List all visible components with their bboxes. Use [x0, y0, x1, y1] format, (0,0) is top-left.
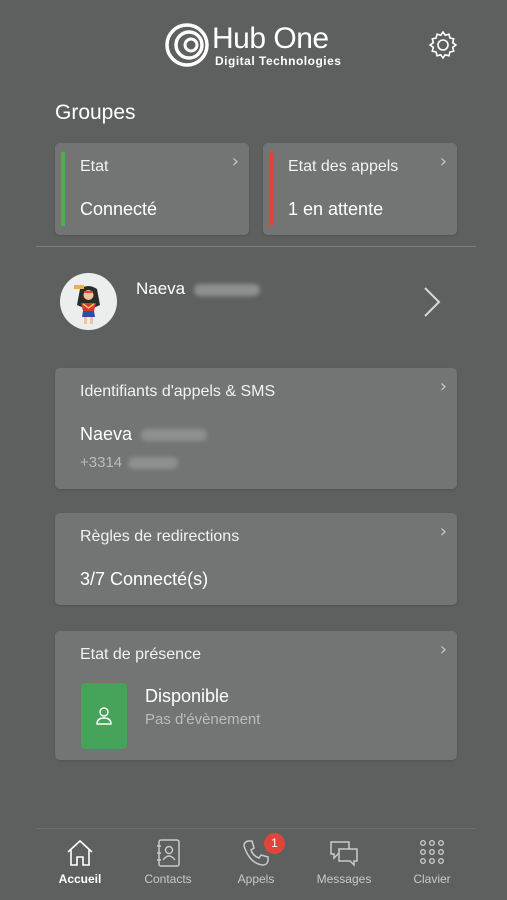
presence-label: Etat de présence — [80, 646, 201, 663]
section-title-groups: Groupes — [55, 101, 136, 124]
redacted-surname — [193, 283, 260, 296]
tab-label: Accueil — [58, 872, 102, 886]
brand-tagline: Digital Technologies — [215, 54, 342, 68]
caller-id-label: Identifiants d'appels & SMS — [80, 383, 276, 400]
tab-label: Appels — [237, 872, 275, 886]
redirect-rules-value: 3/7 Connecté(s) — [80, 569, 209, 589]
calls-badge: 1 — [264, 833, 285, 854]
caller-id-name-row: Naeva — [80, 424, 208, 445]
chevron-right-icon: › — [439, 639, 447, 660]
tab-messages[interactable]: Messages — [300, 833, 388, 893]
chevron-right-icon[interactable] — [420, 284, 444, 320]
logo-mark-icon — [165, 23, 209, 67]
calls-status-label: Etat des appels — [288, 158, 399, 175]
profile-name: Naeva — [136, 279, 260, 299]
redacted-surname — [141, 429, 208, 442]
redirect-rules-card[interactable]: Règles de redirections 3/7 Connecté(s) › — [55, 513, 457, 605]
tab-bar-divider — [36, 828, 476, 829]
person-icon — [96, 707, 112, 725]
chevron-right-icon: › — [439, 151, 447, 172]
group-status-value: Connecté — [80, 199, 158, 219]
presence-status: Disponible — [145, 686, 230, 706]
home-icon — [67, 839, 93, 866]
contacts-icon — [157, 839, 180, 867]
caller-id-name: Naeva — [80, 424, 133, 444]
hub-one-logo: Hub One Digital Technologies — [164, 22, 354, 70]
tab-clavier[interactable]: Clavier — [388, 833, 476, 893]
gear-icon[interactable] — [426, 28, 460, 62]
redirect-rules-label: Règles de redirections — [80, 528, 240, 545]
tab-label: Clavier — [413, 872, 451, 886]
presence-event: Pas d'évènement — [145, 711, 261, 728]
caller-id-number: +3314 — [80, 454, 123, 471]
chevron-right-icon: › — [439, 376, 447, 397]
status-accent-bar — [61, 152, 65, 226]
group-status-card[interactable]: Etat Connecté › — [55, 143, 249, 235]
divider — [36, 246, 476, 247]
avatar-illustration — [74, 285, 100, 324]
calls-accent-bar — [269, 152, 273, 226]
tab-bar: Accueil Contacts Appels Messages Clavier… — [36, 833, 476, 893]
tab-accueil[interactable]: Accueil — [36, 833, 124, 893]
presence-status-badge — [81, 683, 127, 749]
profile-first-name: Naeva — [136, 279, 186, 298]
redacted-number — [128, 457, 179, 470]
presence-card[interactable]: Etat de présence Disponible Pas d'évènem… — [55, 631, 457, 760]
calls-status-card[interactable]: Etat des appels 1 en attente › — [263, 143, 457, 235]
tab-label: Contacts — [144, 872, 192, 886]
tab-contacts[interactable]: Contacts — [124, 833, 212, 893]
messages-icon — [330, 841, 358, 867]
caller-id-number-row: +3314 — [80, 454, 179, 471]
group-status-label: Etat — [80, 158, 109, 175]
tab-label: Messages — [316, 872, 372, 886]
avatar[interactable] — [60, 273, 117, 330]
tab-appels[interactable]: Appels — [212, 833, 300, 893]
brand-name: Hub One — [212, 22, 329, 55]
caller-id-card[interactable]: Identifiants d'appels & SMS Naeva +3314 … — [55, 368, 457, 489]
chevron-right-icon: › — [231, 151, 239, 172]
chevron-right-icon: › — [439, 521, 447, 542]
calls-status-value: 1 en attente — [288, 199, 384, 219]
keypad-icon — [419, 840, 445, 865]
